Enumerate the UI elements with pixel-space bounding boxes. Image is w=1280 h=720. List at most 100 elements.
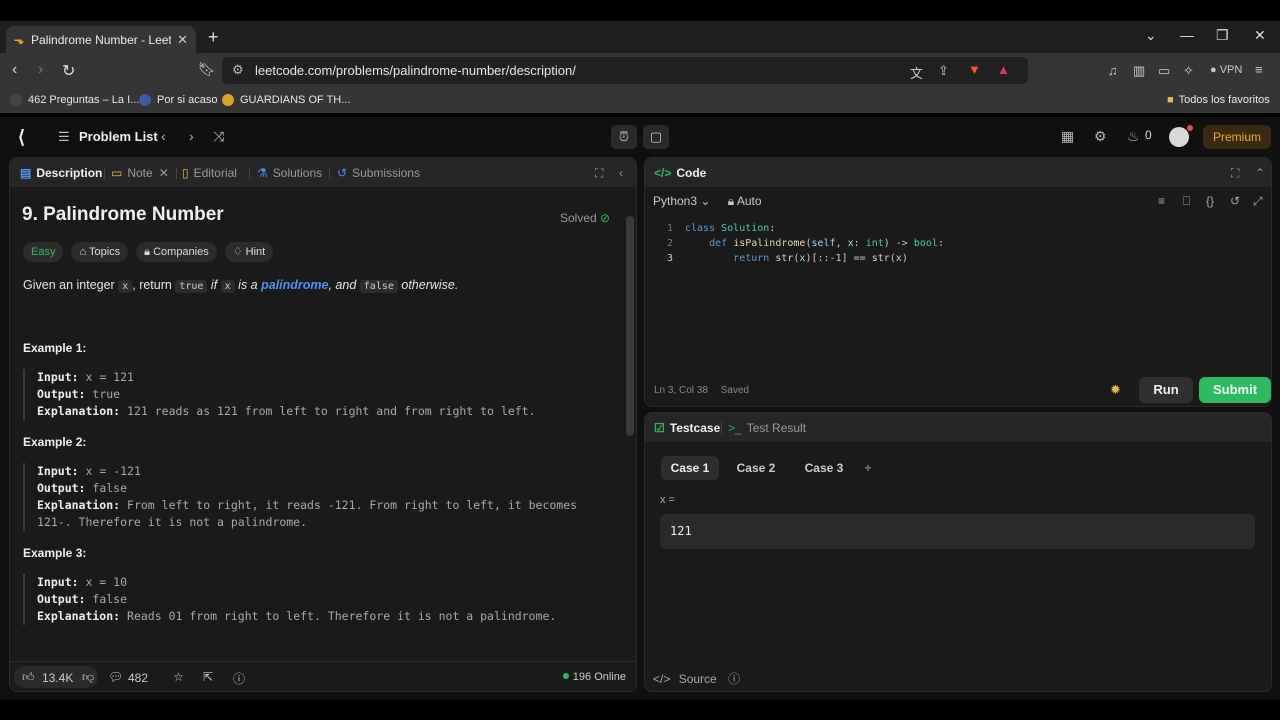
leetcode-app: ⟨ ☰ Problem List ‹ › ⤨ ⏰︎ ▢ ▦ ⚙ ♨ 0 Prem… (0, 117, 1280, 700)
add-case-icon[interactable]: + (858, 456, 878, 480)
avatar[interactable] (1169, 127, 1189, 147)
browser-tab-bar: ⬎ Palindrome Number - LeetCode ✕ + ⌄ — ❐… (0, 21, 1280, 53)
help-icon[interactable]: ⓘ (728, 672, 740, 686)
bookmark-item[interactable]: 462 Preguntas – La I... (10, 94, 139, 106)
bookmark-item[interactable]: Por si acaso (139, 94, 218, 106)
problem-list-icon: ☰ (58, 129, 70, 144)
sidebar-icon[interactable]: ▥ (1133, 63, 1145, 79)
notes-icon[interactable]: ▢ (643, 125, 669, 149)
maximize-icon[interactable]: ❐ (1216, 27, 1229, 44)
leetcode-logo-icon[interactable]: ⟨ (18, 127, 25, 148)
code-brackets-icon: </> (654, 166, 672, 180)
layout-icon[interactable]: ▦ (1061, 128, 1074, 145)
tab-testcase[interactable]: ☑ Testcase (654, 421, 720, 435)
close-window-icon[interactable]: ✕ (1254, 27, 1266, 44)
variable-input[interactable]: 121 (660, 514, 1255, 549)
debug-icon[interactable]: ✹ (1110, 382, 1121, 398)
example-explanation: Reads 01 from right to left. Therefore i… (127, 609, 557, 623)
address-bar[interactable]: ⚙︎ leetcode.com/problems/palindrome-numb… (222, 57, 1028, 84)
expand-icon[interactable]: ⤢ (1253, 194, 1263, 209)
collapse-up-icon[interactable]: ⌃ (1255, 166, 1265, 180)
case-3-tab[interactable]: Case 3 (796, 456, 852, 480)
tab-editorial[interactable]: ▯ Editorial (182, 166, 237, 180)
cursor-position: Ln 3, Col 38 (654, 385, 708, 396)
menu-icon[interactable]: ≡ (1255, 62, 1263, 77)
share-icon[interactable]: ⇱ (203, 670, 213, 684)
next-problem-icon[interactable]: › (189, 128, 194, 144)
submit-button[interactable]: Submit (1199, 377, 1271, 403)
example-output: true (92, 387, 121, 401)
collapse-icon[interactable]: ‹ (619, 166, 623, 180)
browser-tab[interactable]: ⬎ Palindrome Number - LeetCode ✕ (6, 26, 196, 53)
brave-shields-icon[interactable]: ▼ (968, 62, 981, 77)
help-icon[interactable]: ⓘ (233, 670, 245, 687)
thumbs-up-icon[interactable]: 👍︎ (22, 670, 35, 685)
code-tab[interactable]: </> Code (654, 166, 706, 180)
streak-fire-icon[interactable]: ♨ (1127, 128, 1140, 145)
tab-test-result[interactable]: >_ Test Result (728, 421, 806, 435)
site-info-icon[interactable]: ⚙︎ (232, 62, 244, 78)
hint-tag[interactable]: ♢ Hint (224, 242, 274, 262)
thumbs-down-icon[interactable]: 👎︎ (82, 670, 94, 685)
case-2-tab[interactable]: Case 2 (728, 456, 784, 480)
settings-gear-icon[interactable]: ⚙ (1094, 128, 1107, 145)
flask-icon: ⚗ (257, 166, 268, 180)
example-input: x = 121 (85, 370, 134, 384)
timer-icon[interactable]: ⏰︎ (611, 125, 637, 149)
shuffle-icon[interactable]: ⤨ (213, 128, 224, 145)
comment-icon[interactable]: 💬︎ (108, 670, 123, 684)
back-icon[interactable]: ‹ (12, 61, 17, 79)
chevron-down-icon: ⌄ (700, 194, 711, 208)
star-icon[interactable]: ☆ (173, 670, 184, 684)
reset-icon[interactable]: ↺ (1230, 194, 1240, 208)
vpn-label: VPN (1219, 64, 1243, 76)
fullscreen-icon[interactable]: ⛶ (595, 166, 603, 181)
vpn-button[interactable]: ● VPN (1210, 64, 1242, 76)
close-tab-icon[interactable]: ✕ (177, 32, 188, 48)
run-button[interactable]: Run (1139, 377, 1193, 403)
bookmark-item[interactable]: GUARDIANS OF TH... (222, 94, 350, 106)
minimize-icon[interactable]: — (1180, 27, 1194, 43)
source-link[interactable]: </> Source ⓘ (653, 670, 740, 687)
companies-tag[interactable]: 🔒︎ Companies (136, 242, 217, 262)
fullscreen-icon[interactable]: ⛶ (1231, 166, 1239, 181)
example-title: Example 2: (23, 435, 87, 449)
bookmark-page-icon[interactable]: 🔖︎ (198, 61, 216, 78)
description-scrollbar[interactable] (624, 188, 636, 660)
forward-icon[interactable]: › (38, 61, 43, 79)
prev-problem-icon[interactable]: ‹ (161, 128, 166, 144)
scrollbar-thumb[interactable] (626, 216, 634, 436)
problem-list-link[interactable]: Problem List (79, 129, 158, 144)
statement-text: Given an integer (23, 278, 115, 292)
media-icon[interactable]: ♫ (1108, 63, 1118, 78)
line-number: 1 (666, 223, 673, 234)
reload-icon[interactable]: ↻ (62, 61, 75, 81)
topics-tag[interactable]: ⌂ Topics (71, 242, 129, 262)
leo-ai-icon[interactable]: ✧ (1183, 63, 1194, 79)
wallet-icon[interactable]: ▭ (1158, 63, 1170, 79)
new-tab-icon[interactable]: + (208, 27, 219, 48)
output-label: Output: (37, 481, 86, 495)
case-1-tab[interactable]: Case 1 (661, 456, 719, 480)
problem-header: 9. Palindrome Number (22, 204, 622, 226)
braces-icon[interactable]: {} (1206, 194, 1214, 208)
bookmark-label: GUARDIANS OF TH... (240, 94, 351, 106)
all-favorites-folder[interactable]: ■ Todos los favoritos (1167, 94, 1270, 106)
source-label: Source (678, 672, 717, 686)
close-note-icon[interactable]: ✕ (159, 166, 169, 180)
tab-note[interactable]: ▭ Note ✕ (111, 166, 169, 180)
tab-submissions[interactable]: ↺ Submissions (337, 166, 420, 180)
bookmark-icon[interactable]: ⎕ (1183, 194, 1190, 209)
tab-search-chevron-icon[interactable]: ⌄ (1145, 27, 1157, 44)
lock-icon: 🔒︎ (727, 194, 735, 208)
tab-solutions[interactable]: ⚗ Solutions (257, 166, 322, 180)
language-select[interactable]: Python3 ⌄ (653, 194, 710, 208)
translate-icon[interactable]: 文 (910, 63, 923, 82)
tab-description[interactable]: ▤ Description (20, 166, 102, 180)
brave-rewards-icon[interactable]: ▲ (997, 62, 1010, 77)
premium-button[interactable]: Premium (1203, 125, 1271, 149)
palindrome-link[interactable]: palindrome (261, 278, 328, 292)
share-icon[interactable]: ⇪ (938, 63, 949, 79)
auto-label[interactable]: Auto (737, 194, 762, 208)
format-icon[interactable]: ≡ (1158, 194, 1165, 208)
